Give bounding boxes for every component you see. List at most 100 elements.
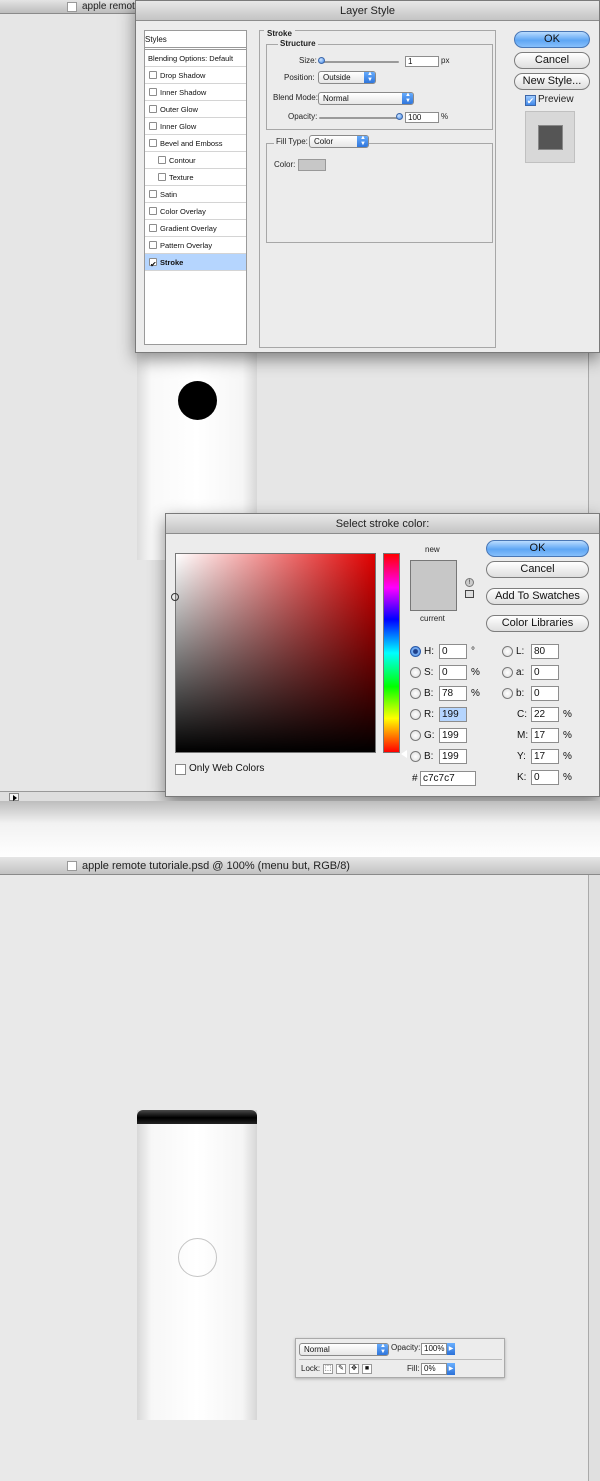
lock-image-pixels-icon[interactable]: ✎ xyxy=(336,1364,346,1374)
styles-header[interactable]: Styles xyxy=(145,31,246,50)
fill-flyout-arrow-icon[interactable]: ▶ xyxy=(447,1363,455,1375)
blend-mode-dropdown[interactable]: Normal ▲ ▼ xyxy=(318,92,414,105)
style-item-inner-glow[interactable]: Inner Glow xyxy=(145,118,246,135)
stroke-color-swatch[interactable] xyxy=(298,159,326,171)
hex-input[interactable]: c7c7c7 xyxy=(420,771,476,786)
style-item-gradient-overlay[interactable]: Gradient Overlay xyxy=(145,220,246,237)
rgb-input[interactable]: 199 xyxy=(439,728,467,743)
lower-vertical-scrollbar[interactable] xyxy=(588,875,600,1481)
mode-radio-rgb-2[interactable] xyxy=(410,751,421,762)
layer-style-cancel-button[interactable]: Cancel xyxy=(514,52,590,69)
opacity-slider-knob[interactable] xyxy=(396,113,403,120)
size-slider-track[interactable] xyxy=(319,61,399,63)
style-item-outer-glow[interactable]: Outer Glow xyxy=(145,101,246,118)
style-checkbox[interactable] xyxy=(158,173,166,181)
cmyk-input[interactable]: 0 xyxy=(531,770,559,785)
style-item-texture[interactable]: Texture xyxy=(145,169,246,186)
color-label: Color: xyxy=(274,160,296,169)
lock-all-icon[interactable]: ■ xyxy=(362,1364,372,1374)
style-item-stroke[interactable]: Stroke xyxy=(145,254,246,273)
style-checkbox[interactable] xyxy=(149,122,157,130)
mode-radio-hsb-0[interactable] xyxy=(410,646,421,657)
saturation-brightness-field[interactable] xyxy=(171,553,376,753)
size-input[interactable]: 1 xyxy=(405,56,439,67)
mode-radio-lab-0[interactable] xyxy=(502,646,513,657)
panel-divider xyxy=(299,1359,502,1360)
opacity-flyout-arrow-icon[interactable]: ▶ xyxy=(447,1343,455,1355)
blending-options-item[interactable]: Blending Options: Default xyxy=(145,50,246,67)
style-item-label: Pattern Overlay xyxy=(160,241,213,250)
hue-slider[interactable] xyxy=(383,553,400,753)
style-item-drop-shadow[interactable]: Drop Shadow xyxy=(145,67,246,84)
mode-radio-rgb-1[interactable] xyxy=(410,730,421,741)
lab-input[interactable]: 0 xyxy=(531,665,559,680)
color-libraries-button[interactable]: Color Libraries xyxy=(486,615,589,632)
hsb-label: H: xyxy=(424,646,434,657)
add-to-swatches-button[interactable]: Add To Swatches xyxy=(486,588,589,605)
style-item-contour[interactable]: Contour xyxy=(145,152,246,169)
hsb-input[interactable]: 78 xyxy=(439,686,467,701)
color-picker-ok-button[interactable]: OK xyxy=(486,540,589,557)
style-checkbox[interactable] xyxy=(149,241,157,249)
cmyk-label: C: xyxy=(517,709,527,720)
style-item-inner-shadow[interactable]: Inner Shadow xyxy=(145,84,246,101)
style-checkbox[interactable] xyxy=(149,139,157,147)
position-dropdown[interactable]: Outside ▲ ▼ xyxy=(318,71,376,84)
cmyk-unit: % xyxy=(563,751,572,762)
field-picker-ring[interactable] xyxy=(171,593,179,601)
cmyk-input[interactable]: 22 xyxy=(531,707,559,722)
style-checkbox[interactable] xyxy=(149,105,157,113)
mode-radio-lab-2[interactable] xyxy=(502,688,513,699)
style-item-color-overlay[interactable]: Color Overlay xyxy=(145,203,246,220)
only-web-colors-label: Only Web Colors xyxy=(189,763,265,774)
web-safe-swatch-icon[interactable] xyxy=(465,590,474,598)
size-slider-knob[interactable] xyxy=(318,57,325,64)
opacity-input[interactable]: 100 xyxy=(405,112,439,123)
current-color-swatch[interactable] xyxy=(410,586,457,611)
scroll-right-arrow-icon[interactable] xyxy=(9,793,19,801)
style-checkbox[interactable] xyxy=(149,190,157,198)
fill-type-dropdown[interactable]: Color ▲ ▼ xyxy=(309,135,369,148)
rgb-input[interactable]: 199 xyxy=(439,707,467,722)
lab-label: L: xyxy=(516,646,525,657)
lab-input[interactable]: 80 xyxy=(531,644,559,659)
style-checkbox[interactable] xyxy=(149,256,157,273)
style-item-pattern-overlay[interactable]: Pattern Overlay xyxy=(145,237,246,254)
layer-style-ok-button[interactable]: OK xyxy=(514,31,590,48)
preview-checkbox[interactable]: ✔ xyxy=(525,95,536,106)
color-picker-cancel-button[interactable]: Cancel xyxy=(486,561,589,578)
lab-label: a: xyxy=(516,667,525,678)
lower-document-titlebar[interactable]: apple remote tutoriale.psd @ 100% (menu … xyxy=(0,857,600,875)
style-checkbox[interactable] xyxy=(149,88,157,96)
lab-input[interactable]: 0 xyxy=(531,686,559,701)
gamut-warning-icon[interactable]: ! xyxy=(465,578,474,587)
hsb-input[interactable]: 0 xyxy=(439,644,467,659)
layer-opacity-input[interactable]: 100% xyxy=(421,1343,447,1355)
layer-style-dialog: Layer Style Styles Blending Options: Def… xyxy=(135,0,600,353)
layer-blend-mode-dropdown[interactable]: Normal ▲ ▼ xyxy=(299,1343,389,1356)
hsb-input[interactable]: 0 xyxy=(439,665,467,680)
style-checkbox[interactable] xyxy=(158,156,166,164)
lock-position-icon[interactable]: ✥ xyxy=(349,1364,359,1374)
rgb-input[interactable]: 199 xyxy=(439,749,467,764)
new-style-button[interactable]: New Style... xyxy=(514,73,590,90)
style-item-satin[interactable]: Satin xyxy=(145,186,246,203)
cmyk-input[interactable]: 17 xyxy=(531,728,559,743)
cmyk-unit: % xyxy=(563,709,572,720)
mode-radio-hsb-2[interactable] xyxy=(410,688,421,699)
layer-fill-input[interactable]: 0% xyxy=(421,1363,447,1375)
mode-radio-rgb-0[interactable] xyxy=(410,709,421,720)
hue-slider-marker-icon[interactable] xyxy=(401,750,407,758)
mode-radio-lab-1[interactable] xyxy=(502,667,513,678)
cmyk-input[interactable]: 17 xyxy=(531,749,559,764)
only-web-colors-checkbox[interactable] xyxy=(175,764,186,775)
opacity-slider-track[interactable] xyxy=(319,117,399,119)
styles-list: Styles Blending Options: Default Drop Sh… xyxy=(144,30,247,345)
mode-radio-hsb-1[interactable] xyxy=(410,667,421,678)
style-checkbox[interactable] xyxy=(149,71,157,79)
dropdown-arrows-icon: ▲ ▼ xyxy=(357,136,368,147)
style-item-bevel-and-emboss[interactable]: Bevel and Emboss xyxy=(145,135,246,152)
style-checkbox[interactable] xyxy=(149,224,157,232)
lock-transparent-pixels-icon[interactable]: ⬚ xyxy=(323,1364,333,1374)
style-checkbox[interactable] xyxy=(149,207,157,215)
